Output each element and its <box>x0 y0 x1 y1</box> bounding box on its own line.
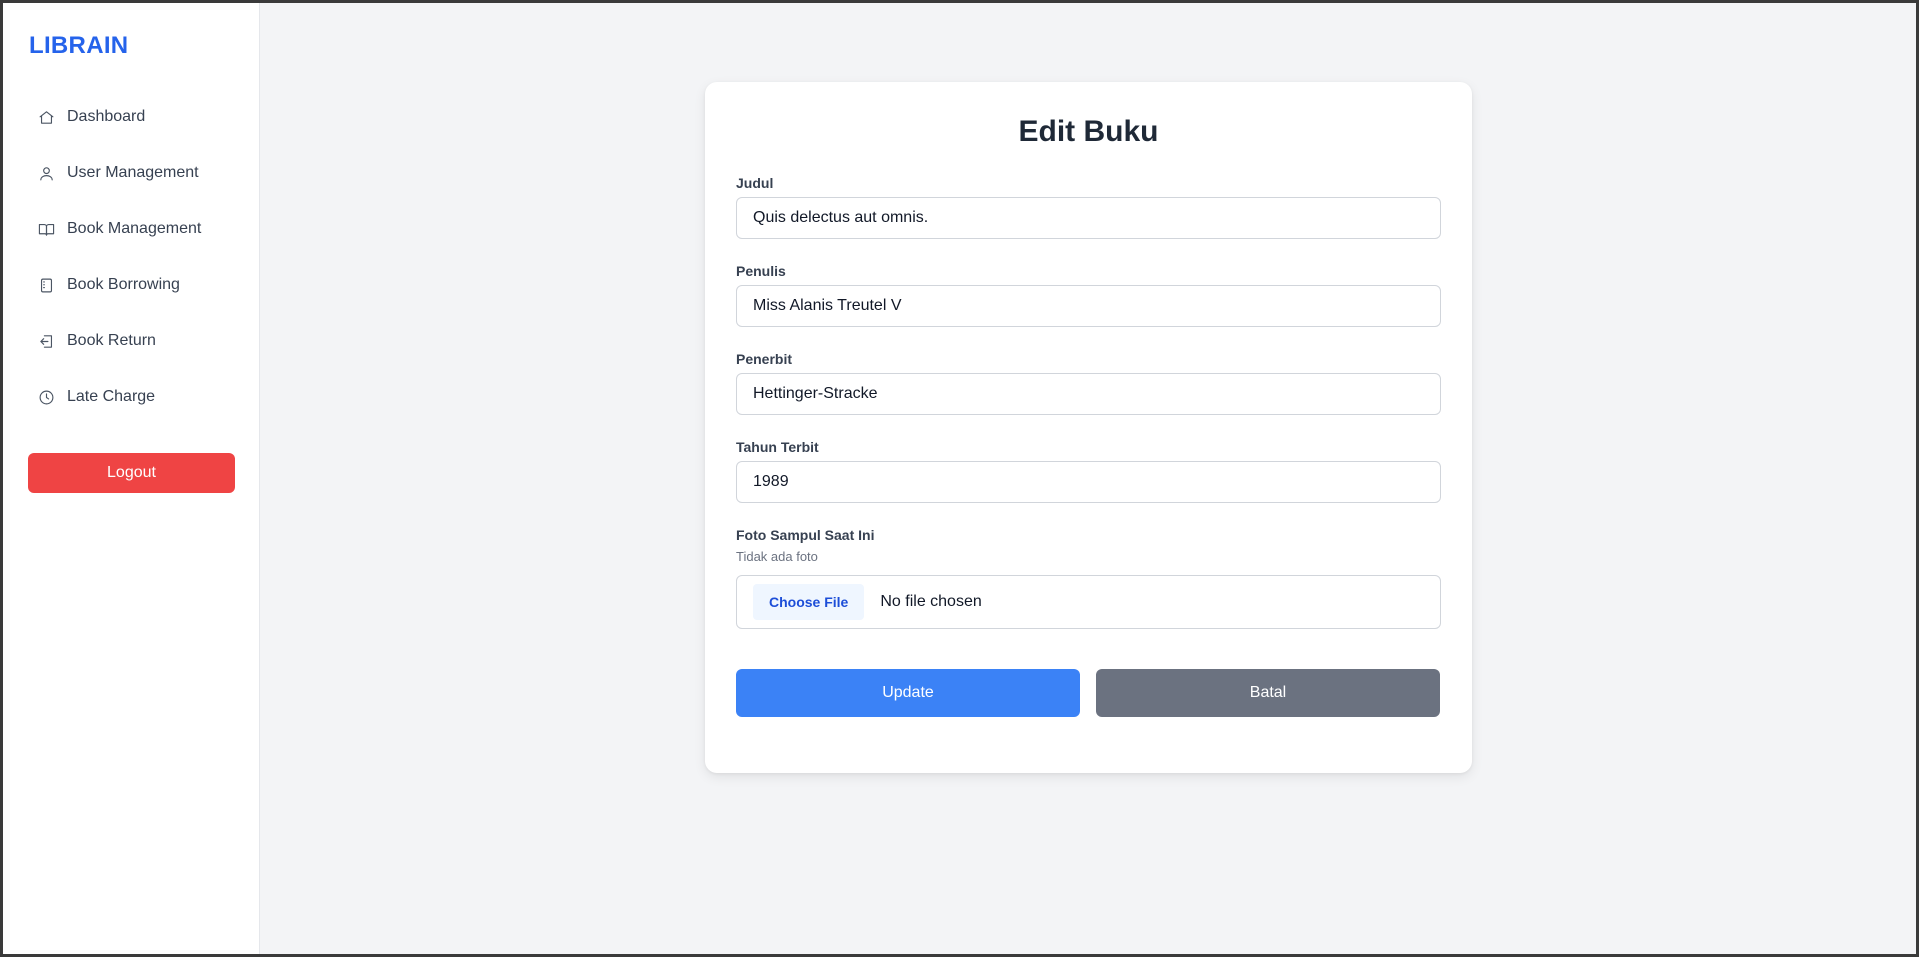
penulis-label: Penulis <box>736 263 786 279</box>
sidebar-item-book-return[interactable]: Book Return <box>28 325 234 357</box>
tahun-terbit-label: Tahun Terbit <box>736 439 819 455</box>
logout-button[interactable]: Logout <box>28 453 235 493</box>
sidebar-item-book-management[interactable]: Book Management <box>28 213 234 245</box>
home-icon <box>37 108 55 126</box>
app-window: LIBRAIN Dashboard User Management Book M… <box>3 3 1916 954</box>
field-penulis: Penulis <box>736 263 1441 327</box>
sidebar-item-user-management[interactable]: User Management <box>28 157 234 189</box>
penulis-input[interactable] <box>736 285 1441 327</box>
sidebar-nav: Dashboard User Management Book Managemen… <box>28 101 234 413</box>
field-judul: Judul <box>736 175 1441 239</box>
sidebar-item-book-borrowing[interactable]: Book Borrowing <box>28 269 234 301</box>
sidebar-item-dashboard[interactable]: Dashboard <box>28 101 234 133</box>
current-cover-text: Tidak ada foto <box>736 549 818 564</box>
field-tahun-terbit: Tahun Terbit <box>736 439 1441 503</box>
file-status: No file chosen <box>880 593 982 610</box>
tahun-terbit-input[interactable] <box>736 461 1441 503</box>
file-input[interactable]: Choose File No file chosen <box>736 575 1441 629</box>
main-content: Edit Buku Judul Penulis Penerbit Tahun T… <box>260 3 1916 954</box>
judul-label: Judul <box>736 175 774 191</box>
sidebar-item-label: Book Return <box>67 332 156 349</box>
form-actions: Update Batal <box>736 669 1441 717</box>
sidebar-item-label: Late Charge <box>67 388 156 405</box>
cover-label: Foto Sampul Saat Ini <box>736 527 875 543</box>
sidebar-item-label: Dashboard <box>67 108 146 125</box>
book-open-icon <box>37 220 55 238</box>
penerbit-label: Penerbit <box>736 351 793 367</box>
notebook-icon <box>37 276 55 294</box>
brand-logo[interactable]: LIBRAIN <box>29 28 234 68</box>
user-icon <box>37 164 55 182</box>
field-penerbit: Penerbit <box>736 351 1441 415</box>
sidebar-item-label: Book Management <box>67 220 202 237</box>
return-icon <box>37 332 55 350</box>
sidebar-item-label: Book Borrowing <box>67 276 180 293</box>
clock-icon <box>37 388 55 406</box>
choose-file-button[interactable]: Choose File <box>753 584 865 620</box>
edit-book-card: Edit Buku Judul Penulis Penerbit Tahun T… <box>705 82 1472 773</box>
field-cover: Foto Sampul Saat Ini Tidak ada foto Choo… <box>736 527 1441 629</box>
penerbit-input[interactable] <box>736 373 1441 415</box>
sidebar-item-late-charge[interactable]: Late Charge <box>28 381 234 413</box>
update-button[interactable]: Update <box>736 669 1080 717</box>
cancel-button[interactable]: Batal <box>1096 669 1440 717</box>
judul-input[interactable] <box>736 197 1441 239</box>
sidebar-item-label: User Management <box>67 164 199 181</box>
page-title: Edit Buku <box>1018 115 1159 148</box>
sidebar: LIBRAIN Dashboard User Management Book M… <box>3 3 260 954</box>
